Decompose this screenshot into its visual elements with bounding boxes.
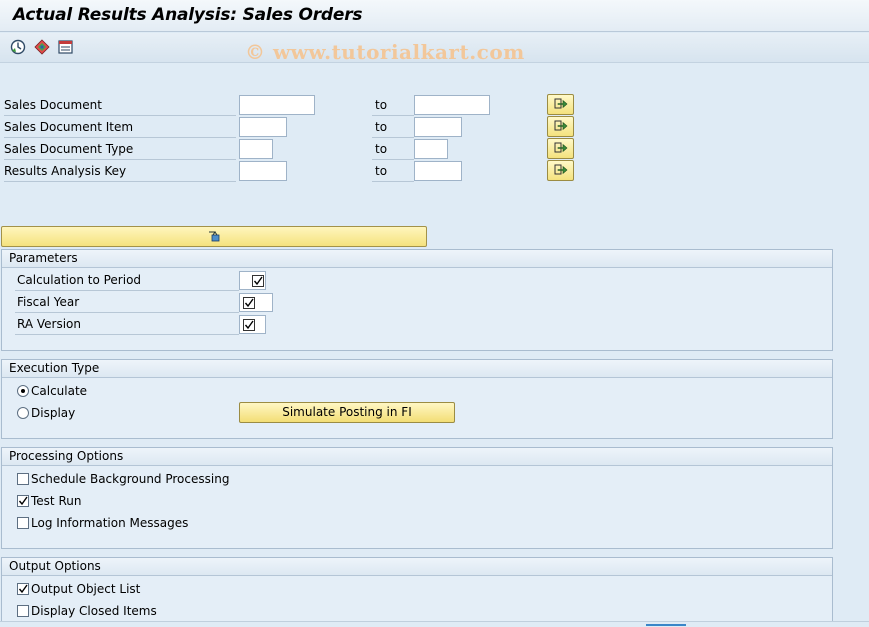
application-toolbar: © www.tutorialkart.com — [0, 33, 869, 64]
sales-document-label: Sales Document — [4, 95, 236, 116]
schedule-background-label: Schedule Background Processing — [31, 472, 230, 486]
status-indicator — [646, 624, 686, 626]
display-closed-items-label: Display Closed Items — [31, 604, 157, 618]
title-bar: Actual Results Analysis: Sales Orders — [0, 0, 869, 32]
results-analysis-key-label: Results Analysis Key — [4, 161, 236, 182]
test-run-label: Test Run — [31, 494, 82, 508]
sales-document-from-input[interactable] — [239, 95, 315, 115]
results-analysis-key-from-input[interactable] — [239, 161, 287, 181]
sales-document-item-from-input[interactable] — [239, 117, 287, 137]
funnel-icon — [209, 231, 220, 242]
display-radio-label: Display — [31, 406, 76, 420]
processing-options-group: Processing Options — [1, 447, 833, 549]
output-object-list-label: Output Object List — [31, 582, 141, 596]
selection-screen: Sales Document to Sales Document Item to… — [0, 64, 869, 627]
checked-icon — [17, 495, 29, 507]
arrow-right-icon — [554, 164, 568, 175]
to-label: to — [372, 161, 414, 182]
multiple-selection-button[interactable] — [547, 160, 574, 181]
to-label: to — [372, 117, 414, 138]
multiple-selection-button[interactable] — [547, 94, 574, 115]
ra-version-field[interactable] — [239, 315, 266, 334]
sales-document-item-to-input[interactable] — [414, 117, 462, 137]
to-label: to — [372, 95, 414, 116]
group-title: Output Options — [2, 558, 832, 576]
to-label: to — [372, 139, 414, 160]
calculation-to-period-label: Calculation to Period — [15, 270, 239, 291]
execution-type-group: Execution Type — [1, 359, 833, 439]
sales-document-item-label: Sales Document Item — [4, 117, 236, 138]
radio-unselected-icon — [17, 407, 29, 419]
radio-selected-icon — [17, 385, 29, 397]
group-title: Execution Type — [2, 360, 832, 378]
unchecked-icon — [17, 473, 29, 485]
arrow-right-icon — [554, 142, 568, 153]
multiple-selection-button[interactable] — [547, 138, 574, 159]
arrow-right-icon — [554, 120, 568, 131]
group-title: Parameters — [2, 250, 832, 268]
simulate-posting-button[interactable]: Simulate Posting in FI — [239, 402, 455, 423]
unchecked-icon — [17, 517, 29, 529]
variant-icon[interactable] — [33, 38, 51, 56]
select-option-row: Results Analysis Key to — [0, 161, 600, 183]
status-bar — [0, 621, 869, 627]
checked-icon — [243, 319, 255, 331]
sales-document-type-from-input[interactable] — [239, 139, 273, 159]
select-option-row: Sales Document to — [0, 95, 600, 117]
save-variant-icon[interactable] — [57, 38, 75, 56]
sales-document-type-label: Sales Document Type — [4, 139, 236, 160]
fiscal-year-field[interactable] — [239, 293, 273, 312]
sales-document-to-input[interactable] — [414, 95, 490, 115]
execute-icon[interactable] — [9, 38, 27, 56]
group-title: Processing Options — [2, 448, 832, 466]
checked-icon — [252, 275, 264, 287]
ra-version-label: RA Version — [15, 314, 239, 335]
checked-icon — [17, 583, 29, 595]
multiple-selection-button[interactable] — [547, 116, 574, 137]
page-title: Actual Results Analysis: Sales Orders — [13, 5, 363, 25]
arrow-right-icon — [554, 98, 568, 109]
select-option-row: Sales Document Type to — [0, 139, 600, 161]
calculation-to-period-field[interactable] — [239, 271, 266, 290]
show-hidden-selections-button[interactable] — [1, 226, 427, 247]
log-information-label: Log Information Messages — [31, 516, 189, 530]
select-option-row: Sales Document Item to — [0, 117, 600, 139]
calculate-radio-label: Calculate — [31, 384, 88, 398]
checked-icon — [243, 297, 255, 309]
watermark: © www.tutorialkart.com — [245, 40, 525, 64]
unchecked-icon — [17, 605, 29, 617]
sales-document-type-to-input[interactable] — [414, 139, 448, 159]
fiscal-year-label: Fiscal Year — [15, 292, 239, 313]
results-analysis-key-to-input[interactable] — [414, 161, 462, 181]
